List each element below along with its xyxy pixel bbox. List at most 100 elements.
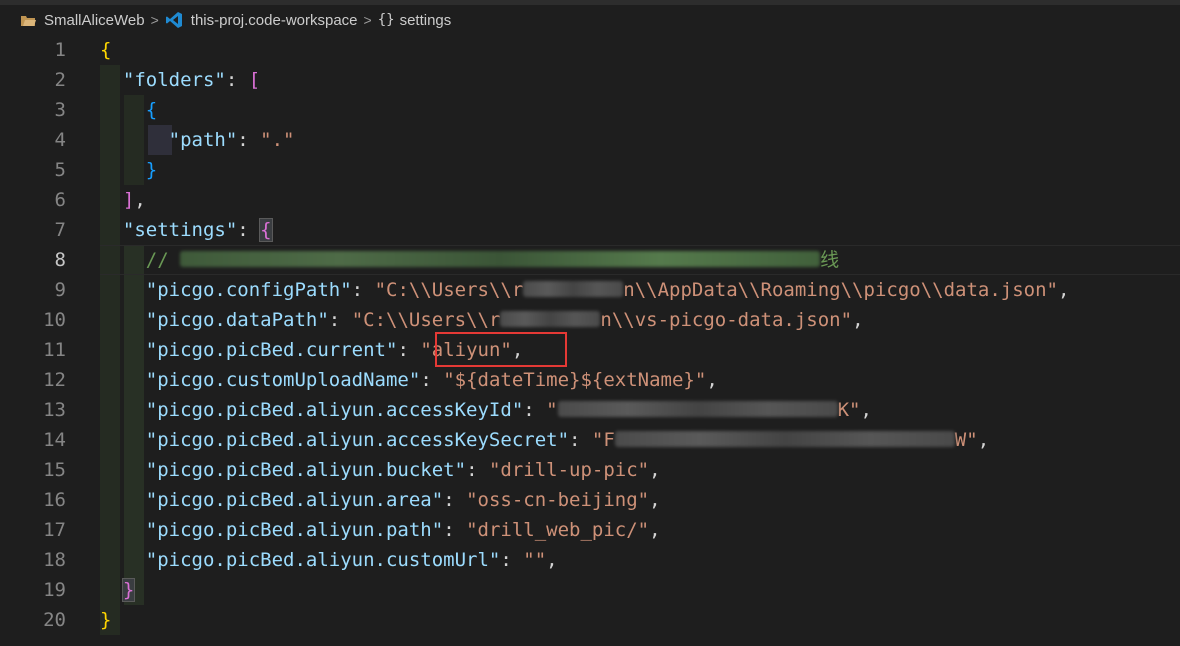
comment-tail: 线 bbox=[820, 249, 840, 271]
code-line: "settings": { bbox=[100, 215, 273, 245]
open-brace: { bbox=[259, 218, 273, 242]
line-number: 12 bbox=[43, 369, 66, 391]
comma: , bbox=[852, 309, 864, 331]
line-number: 7 bbox=[54, 219, 66, 241]
chevron-right-icon: > bbox=[363, 12, 372, 28]
json-string: "" bbox=[523, 549, 547, 571]
json-string: K" bbox=[837, 399, 861, 421]
json-string: "drill-up-pic" bbox=[488, 459, 650, 481]
colon: : bbox=[237, 129, 261, 151]
redacted-comment bbox=[180, 250, 821, 267]
code-line: "picgo.picBed.aliyun.accessKeySecret": "… bbox=[100, 425, 989, 455]
colon: : bbox=[500, 549, 524, 571]
comma: , bbox=[860, 399, 872, 421]
code-line-comment: // 线 bbox=[100, 245, 839, 275]
folder-icon bbox=[20, 13, 36, 27]
breadcrumb-item-settings[interactable]: {} settings bbox=[378, 12, 452, 29]
json-string: n\\AppData\\Roaming\\picgo\\data.json" bbox=[623, 279, 1058, 301]
json-key: "picgo.picBed.aliyun.accessKeySecret" bbox=[145, 429, 570, 451]
colon: : bbox=[328, 309, 352, 331]
annotation-highlight-box bbox=[435, 332, 567, 367]
line-number: 4 bbox=[54, 129, 66, 151]
code-line: "path": "." bbox=[100, 125, 295, 155]
line-number: 18 bbox=[43, 549, 66, 571]
colon: : bbox=[569, 429, 592, 451]
line-number: 3 bbox=[54, 99, 66, 121]
breadcrumb-item-workspace[interactable]: this-proj.code-workspace bbox=[165, 11, 358, 29]
json-key: "picgo.picBed.current" bbox=[145, 339, 398, 361]
json-key: "settings" bbox=[122, 219, 238, 241]
redacted-value bbox=[523, 280, 624, 297]
json-string: "${dateTime}${extName}" bbox=[443, 369, 707, 391]
close-bracket: ] bbox=[122, 189, 135, 211]
line-number: 1 bbox=[54, 39, 66, 61]
code-line: { bbox=[100, 95, 157, 125]
code-line: } bbox=[100, 575, 136, 605]
json-key: "picgo.picBed.aliyun.accessKeyId" bbox=[145, 399, 524, 421]
comma: , bbox=[1057, 279, 1070, 301]
code-line: "folders": [ bbox=[100, 65, 260, 95]
code-line: "picgo.configPath": "C:\\Users\\r n\\AppD… bbox=[100, 275, 1070, 305]
code-line: ], bbox=[100, 185, 146, 215]
line-number: 2 bbox=[54, 69, 66, 91]
json-string: "drill_web_pic/" bbox=[466, 519, 650, 541]
redacted-value bbox=[614, 430, 955, 447]
colon: : bbox=[225, 69, 249, 91]
code-line: "picgo.picBed.aliyun.bucket": "drill-up-… bbox=[100, 455, 661, 485]
comment-prefix: // bbox=[145, 249, 181, 271]
close-brace: } bbox=[121, 578, 136, 602]
colon: : bbox=[237, 219, 261, 241]
close-brace: } bbox=[145, 159, 158, 181]
code-line: "picgo.picBed.aliyun.customUrl": "", bbox=[100, 545, 558, 575]
json-string: "C:\\Users\\r bbox=[351, 309, 501, 331]
colon: : bbox=[351, 279, 375, 301]
comma: , bbox=[649, 519, 661, 541]
json-string: "oss-cn-beijing" bbox=[466, 489, 650, 511]
code-editor[interactable]: 1 2 3 4 5 6 7 8 9 10 11 12 13 14 15 16 1… bbox=[0, 35, 1180, 646]
line-number: 20 bbox=[43, 609, 66, 631]
comma: , bbox=[649, 489, 661, 511]
breadcrumb-item-folder[interactable]: SmallAliceWeb bbox=[20, 12, 145, 29]
json-key: "picgo.dataPath" bbox=[145, 309, 329, 331]
comma: , bbox=[546, 549, 558, 571]
comma: , bbox=[706, 369, 718, 391]
line-number: 16 bbox=[43, 489, 66, 511]
code-line: "picgo.customUploadName": "${dateTime}${… bbox=[100, 365, 718, 395]
open-brace: { bbox=[100, 39, 112, 61]
close-brace: } bbox=[100, 609, 112, 631]
json-key: "picgo.picBed.aliyun.bucket" bbox=[145, 459, 467, 481]
line-number: 19 bbox=[43, 579, 66, 601]
colon: : bbox=[466, 459, 489, 481]
colon: : bbox=[420, 369, 444, 391]
json-string: "F bbox=[591, 429, 615, 451]
comma: , bbox=[977, 429, 990, 451]
breadcrumb-folder-label: SmallAliceWeb bbox=[44, 11, 145, 29]
json-key: "picgo.customUploadName" bbox=[145, 369, 421, 391]
line-number: 17 bbox=[43, 519, 66, 541]
colon: : bbox=[523, 399, 547, 421]
chevron-right-icon: > bbox=[150, 12, 159, 28]
line-number: 15 bbox=[43, 459, 66, 481]
json-key: "picgo.picBed.aliyun.customUrl" bbox=[145, 549, 501, 571]
breadcrumb-workspace-label: this-proj.code-workspace bbox=[190, 11, 358, 29]
line-number-active: 8 bbox=[54, 249, 66, 271]
code-line: "picgo.picBed.aliyun.path": "drill_web_p… bbox=[100, 515, 661, 545]
breadcrumb: SmallAliceWeb > this-proj.code-workspace… bbox=[0, 5, 1180, 35]
colon: : bbox=[443, 489, 467, 511]
open-brace: { bbox=[145, 99, 158, 121]
code-line: { bbox=[100, 35, 111, 65]
line-number: 11 bbox=[43, 339, 66, 361]
json-key: "picgo.picBed.aliyun.area" bbox=[145, 489, 444, 511]
colon: : bbox=[397, 339, 421, 361]
json-string: W" bbox=[954, 429, 978, 451]
json-key: "picgo.configPath" bbox=[145, 279, 352, 301]
json-string: "." bbox=[260, 129, 295, 151]
line-number: 6 bbox=[54, 189, 66, 211]
json-key: "path" bbox=[168, 129, 238, 151]
line-number: 13 bbox=[43, 399, 66, 421]
redacted-value bbox=[500, 310, 601, 327]
open-bracket: [ bbox=[248, 69, 261, 91]
line-number: 14 bbox=[43, 429, 66, 451]
json-key: "folders" bbox=[122, 69, 226, 91]
line-number: 9 bbox=[54, 279, 66, 301]
